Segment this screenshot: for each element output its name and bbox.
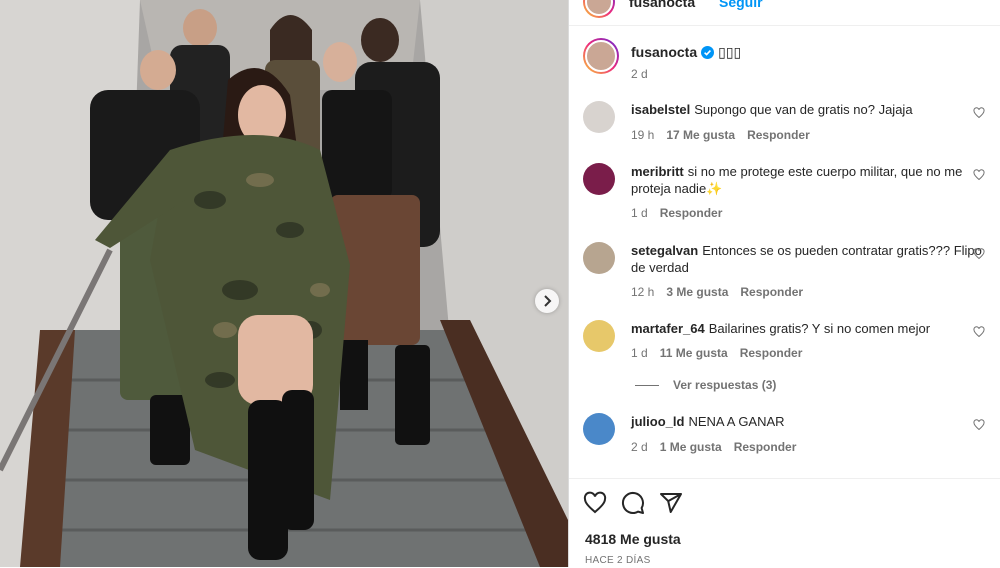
comment-username[interactable]: julioo_ld [631,414,684,429]
comment-like-icon[interactable] [973,326,985,338]
comment-like-icon[interactable] [973,107,985,119]
caption-time[interactable]: 2 d [631,67,648,81]
comment-body: martafer_64 Bailarines gratis? Y si no co… [631,320,987,337]
verified-badge-icon [701,46,715,59]
share-icon[interactable] [659,491,683,515]
replies-divider [635,384,659,386]
caption-username[interactable]: fusanocta [631,44,697,60]
comment-time[interactable]: 1 d [631,346,648,360]
comment-text: Bailarines gratis? Y si no comen mejor [708,321,931,336]
comment-like-icon[interactable] [973,419,985,431]
comment-meta: 1 d Responder [631,206,734,220]
comment-meta: 12 h 3 Me gusta Responder [631,285,815,299]
comment-likes[interactable]: 3 Me gusta [666,285,728,299]
comment-avatar[interactable] [583,101,615,133]
follow-button[interactable]: Seguir [719,0,763,10]
comment-time[interactable]: 2 d [631,440,648,454]
posted-date[interactable]: HACE 2 DÍAS [585,555,651,566]
comment-time[interactable]: 12 h [631,285,654,299]
comment-avatar[interactable] [583,242,615,274]
post-actions: 4818 Me gusta HACE 2 DÍAS [569,478,1000,568]
comment-body: julioo_ld NENA A GANAR [631,413,987,430]
caption-text: ▯▯▯ [718,44,742,60]
comment-body: isabelstel Supongo que van de gratis no? … [631,101,987,118]
sparkles-emoji: ✨ [706,181,723,196]
comment-icon[interactable] [621,491,645,515]
comment-time[interactable]: 1 d [631,206,648,220]
reply-button[interactable]: Responder [660,206,723,220]
header-avatar[interactable] [583,0,615,18]
reply-button[interactable]: Responder [734,440,797,454]
view-replies-button[interactable]: Ver respuestas (3) [635,378,776,392]
comment-meta: 2 d 1 Me gusta Responder [631,440,808,454]
action-icons [583,491,683,515]
comment-likes[interactable]: 17 Me gusta [666,128,735,142]
comment-likes[interactable]: 11 Me gusta [660,346,728,360]
comment-time[interactable]: 19 h [631,128,654,142]
comment-text: Supongo que van de gratis no? Jajaja [694,102,913,117]
comment-avatar[interactable] [583,413,615,445]
heart-icon[interactable] [583,491,607,515]
comment-body: setegalvan Entonces se os pueden contrata… [631,242,987,276]
caption-line: fusanocta ▯▯▯ [631,44,741,61]
comment-likes[interactable]: 1 Me gusta [660,440,722,454]
post-header: fusanocta Seguir [569,0,1000,26]
next-image-button[interactable] [535,289,559,313]
chevron-right-icon [544,295,552,307]
comment-avatar[interactable] [583,320,615,352]
comment-text: NENA A GANAR [688,414,785,429]
comment-username[interactable]: martafer_64 [631,321,705,336]
likes-count[interactable]: 4818 Me gusta [585,531,681,547]
header-username[interactable]: fusanocta [629,0,695,10]
comment-avatar[interactable] [583,163,615,195]
comment-username[interactable]: meribritt [631,164,684,179]
reply-button[interactable]: Responder [740,346,803,360]
comment-body: meribritt si no me protege este cuerpo mi… [631,163,987,197]
comment-username[interactable]: isabelstel [631,102,690,117]
caption-avatar[interactable] [583,38,619,74]
comment-like-icon[interactable] [973,169,985,181]
reply-button[interactable]: Responder [740,285,803,299]
comment-meta: 19 h 17 Me gusta Responder [631,128,822,142]
post-photo [0,0,568,567]
comment-username[interactable]: setegalvan [631,243,698,258]
post-side-panel: fusanocta Seguir fusanocta ▯▯▯ 2 d isabel… [568,0,1000,567]
reply-button[interactable]: Responder [747,128,810,142]
photo-illustration [0,0,568,567]
comment-like-icon[interactable] [973,248,985,260]
view-replies-label: Ver respuestas (3) [673,378,777,392]
comment-meta: 1 d 11 Me gusta Responder [631,346,814,360]
